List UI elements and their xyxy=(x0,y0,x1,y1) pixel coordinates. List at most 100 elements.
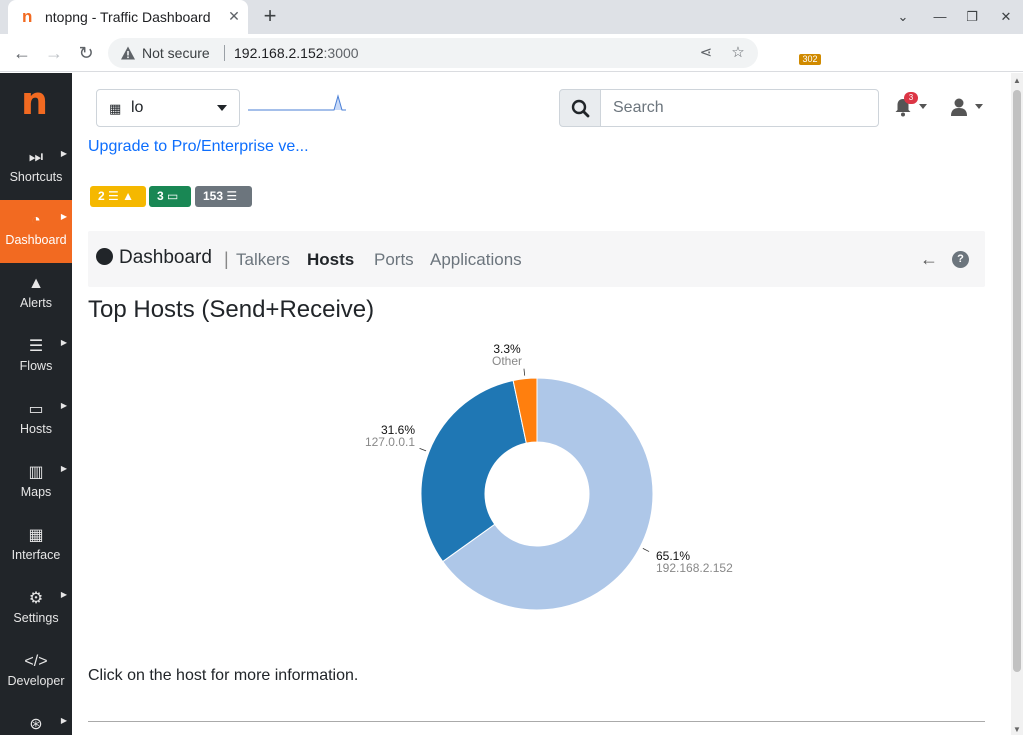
submenu-caret-icon: ▶ xyxy=(60,149,67,158)
submenu-caret-icon: ▶ xyxy=(60,338,67,347)
browser-tab-strip: n ntopng - Traffic Dashboard ✕ + ⌄ — ❐ ✕ xyxy=(0,0,1023,34)
alerts-badge[interactable]: 2 ☰ ▲ xyxy=(90,186,146,207)
ntopng-favicon-icon: n xyxy=(22,7,33,26)
traffic-sparkline xyxy=(248,94,346,111)
hosts-count: 3 xyxy=(157,189,164,203)
submenu-caret-icon: ▶ xyxy=(60,401,67,410)
navbar-separator: | xyxy=(224,249,229,269)
submenu-caret-icon: ▶ xyxy=(60,590,67,599)
sidebar-item-label: Maps xyxy=(20,485,52,499)
warning-triangle-icon[interactable] xyxy=(120,45,136,61)
submenu-caret-icon: ▶ xyxy=(60,716,67,725)
url-port: :3000 xyxy=(323,45,359,61)
search-icon xyxy=(571,99,590,118)
code-icon: </> xyxy=(24,653,48,670)
top-hosts-donut-chart: 65.1%192.168.2.15231.6%127.0.0.13.3%Othe… xyxy=(365,342,733,611)
sidebar-item-settings[interactable]: ⚙ Settings ▶ xyxy=(0,578,72,641)
sidebar-item-maps[interactable]: ▥ Maps ▶ xyxy=(0,452,72,515)
new-tab-button[interactable]: + xyxy=(258,4,282,28)
sidebar-item-label: Developer xyxy=(7,674,65,688)
scrollbar-thumb[interactable] xyxy=(1013,90,1021,672)
tab-title: ntopng - Traffic Dashboard xyxy=(45,9,211,25)
sidebar-item-label: Alerts xyxy=(20,296,52,310)
dropdown-caret-icon xyxy=(217,105,227,111)
user-menu-caret-icon[interactable] xyxy=(975,104,983,109)
restore-window-icon[interactable]: ❐ xyxy=(962,7,982,27)
sidebar-item-label: Settings xyxy=(13,611,59,625)
user-icon[interactable] xyxy=(950,97,968,117)
navbar-brand-label: Dashboard xyxy=(119,247,212,268)
tab-search-chevron-icon[interactable]: ⌄ xyxy=(893,7,913,27)
sidebar-item-dashboard[interactable]: ◔ Dashboard ▶ xyxy=(0,200,72,263)
flows-badge[interactable]: 153 ☰ xyxy=(195,186,252,207)
search-button[interactable] xyxy=(559,89,601,127)
warning-icon: ▲ xyxy=(28,275,44,292)
back-arrow-icon[interactable]: ← xyxy=(920,249,938,270)
help-icon[interactable]: ? xyxy=(952,251,969,268)
slice-leader-line xyxy=(419,447,427,452)
tab-ports[interactable]: Ports xyxy=(374,250,414,270)
sidebar-item-alerts[interactable]: ▲ Alerts xyxy=(0,263,72,326)
security-status-label[interactable]: Not secure xyxy=(142,45,210,61)
list-icon: ☰ xyxy=(108,189,119,203)
dashboard-navbar: Dashboard | Talkers Hosts Ports Applicat… xyxy=(88,231,985,287)
url-text[interactable]: 192.168.2.152:3000 xyxy=(234,45,359,61)
share-icon[interactable]: ⋖ xyxy=(697,44,715,62)
sidebar-item-label: Flows xyxy=(19,359,53,373)
extension-count-badge: 302 xyxy=(799,54,821,65)
scroll-up-arrow-icon[interactable]: ▲ xyxy=(1013,76,1021,85)
tab-hosts[interactable]: Hosts xyxy=(307,250,354,270)
alerts-count: 2 xyxy=(98,189,105,203)
bookmark-star-icon[interactable]: ☆ xyxy=(729,44,747,62)
slice-leader-line xyxy=(642,548,650,552)
slice-name-label[interactable]: 192.168.2.152 xyxy=(656,561,733,575)
tab-applications[interactable]: Applications xyxy=(430,250,522,270)
sidebar-item-help[interactable]: ⊛Help▶ xyxy=(0,704,72,735)
sidebar-item-developer[interactable]: </> Developer xyxy=(0,641,72,704)
sidebar-item-label: Dashboard xyxy=(5,233,67,247)
notifications-caret-icon[interactable] xyxy=(919,104,927,109)
sidebar-item-label: Interface xyxy=(11,548,61,562)
scroll-down-arrow-icon[interactable]: ▼ xyxy=(1013,725,1021,734)
search-input[interactable] xyxy=(600,89,879,127)
hosts-badge[interactable]: 3 ▭ xyxy=(149,186,191,207)
dashboard-gauge-icon xyxy=(96,248,113,265)
section-divider xyxy=(88,721,985,722)
tab-talkers[interactable]: Talkers xyxy=(236,250,290,270)
slice-name-label[interactable]: 127.0.0.1 xyxy=(365,435,415,449)
sidebar-item-interface[interactable]: ▦ Interface xyxy=(0,515,72,578)
slice-name-label[interactable]: Other xyxy=(492,354,522,368)
address-bar[interactable]: Not secure 192.168.2.152:3000 ⋖ ☆ xyxy=(108,38,758,68)
omnibox-divider xyxy=(224,45,225,61)
laptop-icon: ▭ xyxy=(167,189,179,203)
warning-icon: ▲ xyxy=(122,189,135,203)
notifications-count-badge: 3 xyxy=(904,92,918,104)
back-arrow-icon[interactable]: ← xyxy=(11,42,33,64)
sidebar-item-hosts[interactable]: ▭ Hosts ▶ xyxy=(0,389,72,452)
sidebar-item-flows[interactable]: ☰ Flows ▶ xyxy=(0,326,72,389)
ntopng-logo[interactable]: n xyxy=(21,82,49,120)
browser-tab[interactable]: n ntopng - Traffic Dashboard ✕ xyxy=(8,0,248,34)
help-text: Click on the host for more information. xyxy=(88,667,359,684)
sidebar-item-shortcuts[interactable]: ⏭ Shortcuts ▶ xyxy=(0,137,72,200)
sidebar: n ⏭ Shortcuts ▶ ◔ Dashboard ▶ ▲ Alerts ☰ Flows ▶ ▭ H… xyxy=(0,73,72,735)
browser-toolbar: ← → ↻ Not secure 192.168.2.152:3000 ⋖ ☆ … xyxy=(0,34,1023,95)
reload-icon[interactable]: ↻ xyxy=(75,42,97,64)
ethernet-icon: ▦ xyxy=(28,527,44,544)
interface-selector[interactable]: ▦ lo xyxy=(96,89,240,127)
ethernet-icon: ▦ xyxy=(109,101,122,116)
navbar-brand: Dashboard xyxy=(96,247,212,269)
close-tab-icon[interactable]: ✕ xyxy=(224,6,244,26)
pie-slice-127-0-0-1[interactable] xyxy=(420,379,527,563)
close-window-icon[interactable]: ✕ xyxy=(996,7,1016,27)
url-host: 192.168.2.152 xyxy=(234,45,324,61)
sidebar-item-label: Shortcuts xyxy=(9,170,63,184)
minimize-window-icon[interactable]: — xyxy=(930,7,950,27)
upgrade-link[interactable]: Upgrade to Pro/Enterprise ve... xyxy=(88,138,309,156)
search-group xyxy=(559,89,879,127)
page-title: Top Hosts (Send+Receive) xyxy=(88,296,375,323)
forward-arrow-icon[interactable]: → xyxy=(43,42,65,64)
list-icon: ☰ xyxy=(226,189,238,203)
interface-name: lo xyxy=(131,99,144,116)
sidebar-item-label: Hosts xyxy=(20,422,52,436)
